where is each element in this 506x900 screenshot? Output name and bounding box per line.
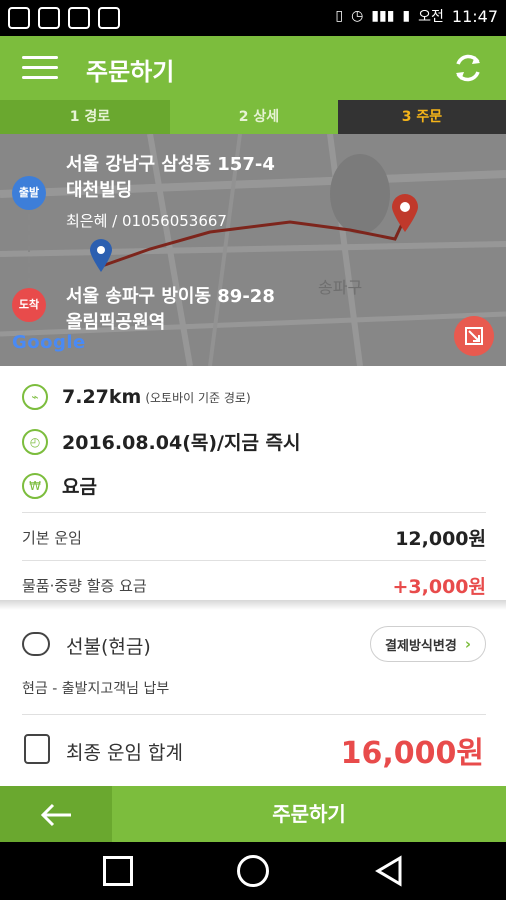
- fee-label: 물품·중량 할증 요금: [22, 577, 147, 595]
- datetime-row: ◴ 2016.08.04(목)/지금 즉시: [22, 428, 301, 455]
- distance-icon: ⌁: [22, 384, 48, 410]
- refresh-icon[interactable]: [450, 50, 486, 86]
- signal-icon: ▮▮▮: [371, 8, 395, 24]
- back-nav-icon[interactable]: [372, 854, 406, 888]
- app-notification-icon: [38, 7, 60, 29]
- page-title: 주문하기: [86, 58, 175, 86]
- order-info: ⌁ 7.27km (오토바이 기준 경로) ◴ 2016.08.04(목)/지금…: [0, 366, 506, 602]
- app-header: 주문하기: [0, 36, 506, 100]
- divider: [22, 560, 486, 561]
- hamburger-icon[interactable]: [22, 56, 58, 80]
- distance-row: ⌁ 7.27km (오토바이 기준 경로): [22, 384, 251, 410]
- app-notification-icon: [8, 7, 30, 29]
- bottom-action-bar: 주문하기: [0, 786, 506, 842]
- payment-method: 선불(현금): [66, 636, 151, 658]
- clock: 11:47: [451, 6, 498, 26]
- start-address: 서울 강남구 삼성동 157-4 대천빌딩: [66, 152, 275, 204]
- section-shadow: [0, 600, 506, 610]
- distance-value: 7.27km: [62, 386, 142, 408]
- start-address-line2: 대천빌딩: [66, 180, 133, 201]
- start-pin-icon: [90, 239, 112, 272]
- fee-row-base: 기본 운임 12,000원: [22, 524, 486, 551]
- end-address-line1: 서울 송파구 방이동 89-28: [66, 286, 275, 307]
- home-icon[interactable]: [237, 855, 269, 887]
- battery-icon: ▮: [402, 8, 411, 24]
- fee-row-surcharge: 물품·중량 할증 요금 +3,000원: [22, 572, 486, 599]
- step-details[interactable]: 2 상세: [170, 100, 348, 134]
- start-badge: 출발: [12, 176, 46, 210]
- divider: [22, 714, 486, 715]
- divider: [22, 512, 486, 513]
- cash-icon: [22, 632, 50, 656]
- fee-label: 기본 운임: [22, 529, 82, 547]
- step-route[interactable]: 1 경로: [0, 100, 180, 134]
- total-value: 16,000원: [340, 736, 484, 771]
- total-label: 최종 운임 합계: [66, 742, 183, 764]
- google-logo: Google: [12, 332, 86, 353]
- clock-icon: ◴: [22, 428, 48, 455]
- step-indicator: 1 경로 2 상세 3 주문: [0, 100, 506, 134]
- fee-value: +3,000원: [392, 576, 487, 598]
- route-connector: [28, 214, 30, 284]
- receipt-icon: [24, 734, 50, 764]
- fee-title: 요금: [62, 476, 97, 498]
- system-nav-bar: [0, 842, 506, 900]
- order-button[interactable]: 주문하기: [112, 786, 506, 842]
- datetime-value: 2016.08.04(목)/지금 즉시: [62, 432, 301, 454]
- notification-icons: [8, 7, 120, 29]
- step-order: 3 주문: [338, 100, 506, 134]
- expand-map-icon[interactable]: [454, 316, 494, 356]
- chevron-right-icon: ›: [464, 635, 471, 653]
- alarm-icon: ◷: [351, 8, 364, 24]
- payment-description: 현금 - 출발지고객님 납부: [22, 681, 170, 697]
- recents-icon[interactable]: [103, 856, 133, 886]
- arrow-left-icon: [40, 803, 71, 827]
- route-map[interactable]: 출발 도착 서울 강남구 삼성동 157-4 대천빌딩 최은혜 / 010560…: [0, 134, 506, 366]
- end-address: 서울 송파구 방이동 89-28 올림픽공원역: [66, 284, 275, 336]
- status-bar: ▯ ◷ ▮▮▮ ▮ 오전 11:47: [0, 0, 506, 36]
- end-address-line2: 올림픽공원역: [66, 312, 166, 333]
- start-contact: 최은혜 / 01056053667: [66, 212, 227, 230]
- end-pin-icon: [392, 194, 418, 232]
- won-icon: ₩: [22, 472, 48, 499]
- fee-title-row: ₩ 요금: [22, 472, 97, 499]
- vibrate-icon: ▯: [335, 8, 344, 24]
- ampm-label: 오전: [418, 9, 444, 25]
- system-icons: ▯ ◷ ▮▮▮ ▮ 오전 11:47: [335, 6, 498, 26]
- start-address-line1: 서울 강남구 삼성동 157-4: [66, 154, 275, 175]
- distance-note: (오토바이 기준 경로): [145, 390, 251, 405]
- android-icon: [68, 7, 90, 29]
- fee-value: 12,000원: [395, 528, 486, 550]
- map-area-label: 송파구: [318, 278, 363, 297]
- end-badge: 도착: [12, 288, 46, 322]
- change-payment-button[interactable]: 결제방식변경 ›: [370, 626, 486, 662]
- change-payment-label: 결제방식변경: [385, 638, 457, 654]
- usb-icon: [98, 7, 120, 29]
- back-button[interactable]: [0, 786, 112, 842]
